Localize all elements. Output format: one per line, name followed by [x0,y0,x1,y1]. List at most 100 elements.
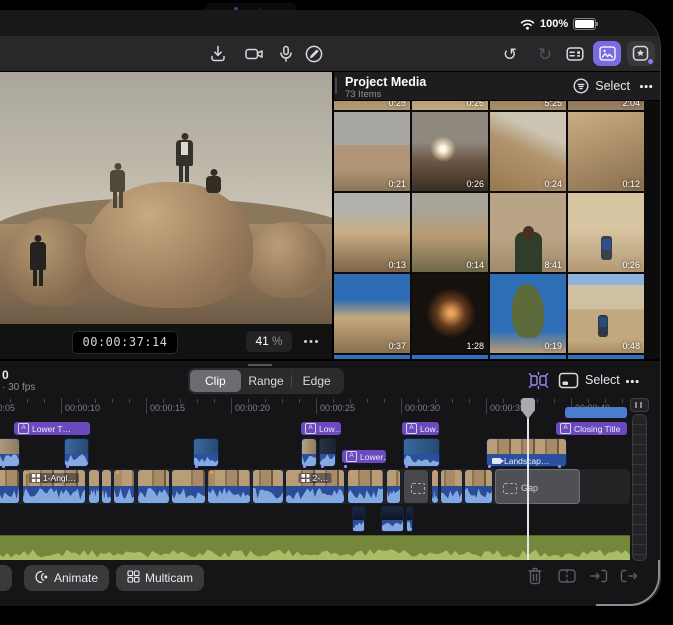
video-clip[interactable] [347,469,384,504]
record-video-button[interactable] [242,43,266,65]
connected-clip-bar[interactable] [565,407,627,418]
media-thumbnail[interactable] [568,355,644,359]
connected-clip[interactable] [64,438,89,467]
media-thumbnail[interactable]: 0:19 [490,274,566,353]
gap-clip[interactable]: Gap [495,469,580,504]
media-grid: 0:280:265:252:040:210:260:240:120:130:14… [334,72,646,359]
media-thumbnail[interactable]: 0:26 [412,112,488,191]
video-clip[interactable] [0,469,20,504]
wifi-icon [520,19,535,30]
clip-waveform [89,486,99,503]
clip-marker-dot [210,471,213,474]
ruler-tick [367,399,368,403]
media-browser-button[interactable] [593,41,621,66]
ruler-tick [299,399,300,403]
ruler-tick [197,399,198,403]
playhead-handle[interactable] [521,398,535,419]
connected-clip[interactable] [319,438,336,467]
video-clip[interactable] [171,469,206,504]
track-height-slider[interactable] [632,414,647,561]
effects-button[interactable] [627,41,655,66]
append-clip-button[interactable] [618,566,640,588]
video-clip[interactable] [252,469,284,504]
clip-filmstrip [194,439,218,454]
clip-height-handle[interactable] [630,398,649,412]
clip-filmstrip [465,470,492,486]
media-thumbnail[interactable] [334,355,410,359]
media-thumbnail[interactable] [490,355,566,359]
viewer-more-icon[interactable] [304,340,320,344]
ruler-major-tick [486,398,487,414]
connected-clip-below[interactable] [381,506,404,532]
undo-button[interactable]: ↺ [498,43,522,65]
clip-waveform [194,453,218,466]
multicam-button[interactable]: Multicam [116,565,204,591]
zoom-level-control[interactable]: 41% [246,331,292,352]
clip-filmstrip [172,470,205,486]
connection-dot [2,465,5,468]
video-clip[interactable] [101,469,112,504]
clip-waveform [138,486,169,503]
more-options-button[interactable] [660,44,661,64]
media-more-icon[interactable] [640,85,654,88]
pencil-tool-button[interactable] [302,43,326,65]
connected-clip[interactable] [301,438,317,467]
multicam-clip[interactable]: 1-Angl… [22,469,86,504]
media-thumbnail[interactable]: 8:41 [490,193,566,272]
title-clip[interactable]: ALower T… [14,422,90,435]
media-thumbnail[interactable] [412,355,488,359]
video-clip[interactable] [137,469,170,504]
media-thumbnail[interactable]: 0:24 [490,112,566,191]
music-audio-clip[interactable] [0,535,630,560]
timecode-display[interactable]: 00:00:37:14 [72,331,178,354]
title-clip[interactable]: ALow… [301,422,341,435]
partial-toolbar-button[interactable] [0,565,12,591]
media-thumbnail[interactable]: 0:26 [568,193,644,272]
multicam-clip[interactable]: 2-… [285,469,345,504]
ruler-timecode-label: 00:00:05 [0,403,15,413]
inspector-button[interactable] [563,43,587,65]
video-clip[interactable] [88,469,100,504]
video-clip[interactable] [113,469,135,504]
zoom-value: 41 [255,334,268,348]
media-thumbnail[interactable]: 0:48 [568,274,644,353]
title-clip[interactable]: ALower… [342,450,386,463]
connected-clip-below[interactable] [352,506,365,532]
title-clip[interactable]: ALow… [402,422,439,435]
media-select-button[interactable]: Select [573,78,630,94]
connected-clip-below[interactable] [406,506,413,532]
connected-clip[interactable] [403,438,440,467]
animate-button[interactable]: Animate [24,565,109,591]
import-button[interactable] [206,43,230,65]
clip-marker-dot [116,471,119,474]
multicam-label: 2-… [298,473,331,483]
media-thumbnail[interactable]: 0:14 [412,193,488,272]
clip-waveform [404,453,439,466]
media-thumbnail[interactable]: 0:13 [334,193,410,272]
connected-clip[interactable] [0,438,20,467]
split-clip-button[interactable] [556,566,578,588]
gap-label: Gap [521,483,538,493]
insert-clip-button[interactable] [588,566,610,588]
media-thumbnail[interactable]: 0:12 [568,112,644,191]
effects-badge-dot [648,59,653,64]
media-thumbnail[interactable]: 0:21 [334,112,410,191]
video-clip[interactable] [440,469,463,504]
ruler-tick [537,399,538,403]
media-thumbnail[interactable]: 1:28 [412,274,488,353]
clip-filmstrip [102,470,111,486]
redo-button[interactable]: ↻ [533,43,557,65]
video-clip[interactable] [431,469,439,504]
delete-clip-button[interactable] [524,566,546,588]
video-clip[interactable] [207,469,251,504]
video-clip[interactable] [464,469,493,504]
ruler-tick [384,399,385,403]
camera-icon [492,458,501,464]
record-audio-button[interactable] [274,43,298,65]
gap-clip[interactable]: G… [403,469,429,504]
video-clip[interactable] [386,469,401,504]
connected-clip[interactable] [193,438,219,467]
media-thumbnail[interactable]: 0:37 [334,274,410,353]
title-clip[interactable]: AClosing Title [556,422,627,435]
title-clip-label: Low… [420,424,439,434]
